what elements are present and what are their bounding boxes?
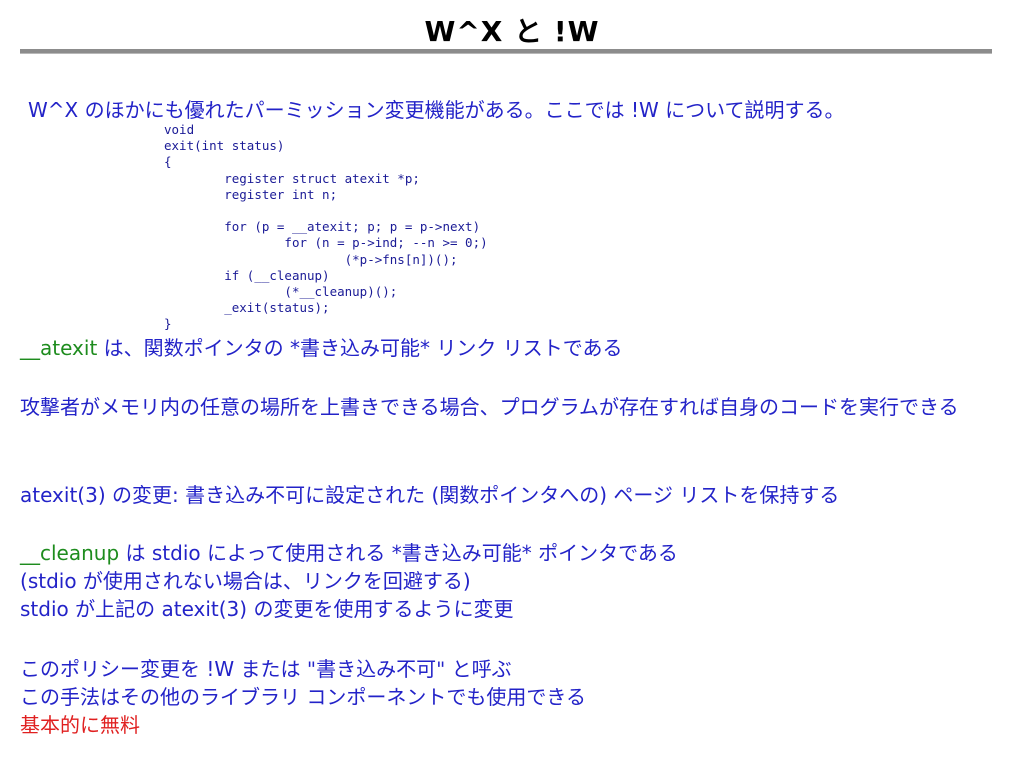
atexit-change-paren-close: ) [599, 483, 608, 507]
cleanup-line-3-term: atexit(3) [161, 597, 248, 621]
intro-text-a: のほかにも優れたパーミッション変更機能がある。ここでは [78, 98, 631, 122]
code-listing: void exit(int status) { register struct … [164, 122, 488, 332]
cleanup-line-1-stdio: stdio [151, 541, 201, 565]
cleanup-line-2: (stdio が使用されない場合は、リンクを回避する) [20, 567, 678, 595]
title-divider [20, 49, 992, 54]
cleanup-note: __cleanup は stdio によって使用される *書き込み可能* ポイン… [20, 539, 678, 623]
cleanup-line-1-text-b: によって使用される [200, 541, 392, 565]
policy-line-1-quoted: "書き込み不可" [306, 657, 446, 681]
cleanup-line-2-paren-open: ( [20, 569, 28, 593]
intro-text-b: について説明する。 [658, 98, 845, 122]
policy-line-3-highlight: 基本的に無料 [20, 713, 140, 737]
cleanup-line-1: __cleanup は stdio によって使用される *書き込み可能* ポイン… [20, 539, 678, 567]
cleanup-line-3-text-a: が上記の [68, 597, 162, 621]
cleanup-line-3-text-b: の変更を使用するように変更 [247, 597, 514, 621]
cleanup-line-2-stdio: stdio [27, 569, 77, 593]
atexit-note-text-a: は、関数ポインタの [97, 336, 291, 360]
slide-title: W^X と !W [424, 15, 600, 48]
atexit-note: __atexit は、関数ポインタの *書き込み可能* リンク リストである [20, 334, 623, 362]
atexit-note-text-b: リンク リストである [430, 336, 623, 360]
policy-line-2: この手法はその他のライブラリ コンポーネントでも使用できる [20, 685, 586, 709]
atexit-change-colon: : [171, 483, 179, 507]
atexit-change-text-b: 書き込み不可に設定された [178, 483, 432, 507]
cleanup-line-1-text-a: は [119, 541, 152, 565]
policy-line-1-text-c: と呼ぶ [445, 657, 512, 681]
cleanup-line-1-emph: *書き込み可能* [391, 541, 532, 565]
cleanup-line-2-text-a: が使用されない場合は、リンクを回避する [76, 569, 463, 593]
cleanup-line-1-text-c: ポインタである [531, 541, 678, 565]
atexit-change-text-d: ページ リストを保持する [607, 483, 840, 507]
atexit-term: __atexit [20, 336, 98, 360]
intro-term-w: !W [630, 98, 659, 122]
atexit-change-text-c: 関数ポインタへの [439, 483, 600, 507]
atexit-note-emph: *書き込み可能* [290, 336, 431, 360]
cleanup-line-3-stdio: stdio [20, 597, 69, 621]
cleanup-line-2-paren-close: ) [462, 569, 471, 593]
atexit-change-text-a: の変更 [105, 483, 172, 507]
policy-note: このポリシー変更を !W または "書き込み不可" と呼ぶ この手法はその他のラ… [20, 655, 586, 739]
policy-line-1-term: !W [206, 657, 235, 681]
cleanup-line-3: stdio が上記の atexit(3) の変更を使用するように変更 [20, 595, 678, 623]
policy-line-1: このポリシー変更を !W または "書き込み不可" と呼ぶ [20, 655, 586, 683]
policy-line-1-text-a: このポリシー変更を [20, 657, 207, 681]
policy-line-1-text-b: または [234, 657, 307, 681]
attacker-note: 攻撃者がメモリ内の任意の場所を上書きできる場合、プログラムが存在すれば自身のコー… [20, 395, 959, 419]
atexit-change-term: atexit(3) [20, 483, 106, 507]
cleanup-term: __cleanup [20, 541, 120, 565]
intro-term-wx: W^X [28, 98, 79, 122]
intro-line: W^X のほかにも優れたパーミッション変更機能がある。ここでは !W について説… [28, 94, 845, 123]
atexit-change-note: atexit(3) の変更: 書き込み不可に設定された (関数ポインタへの) ペ… [20, 481, 839, 509]
